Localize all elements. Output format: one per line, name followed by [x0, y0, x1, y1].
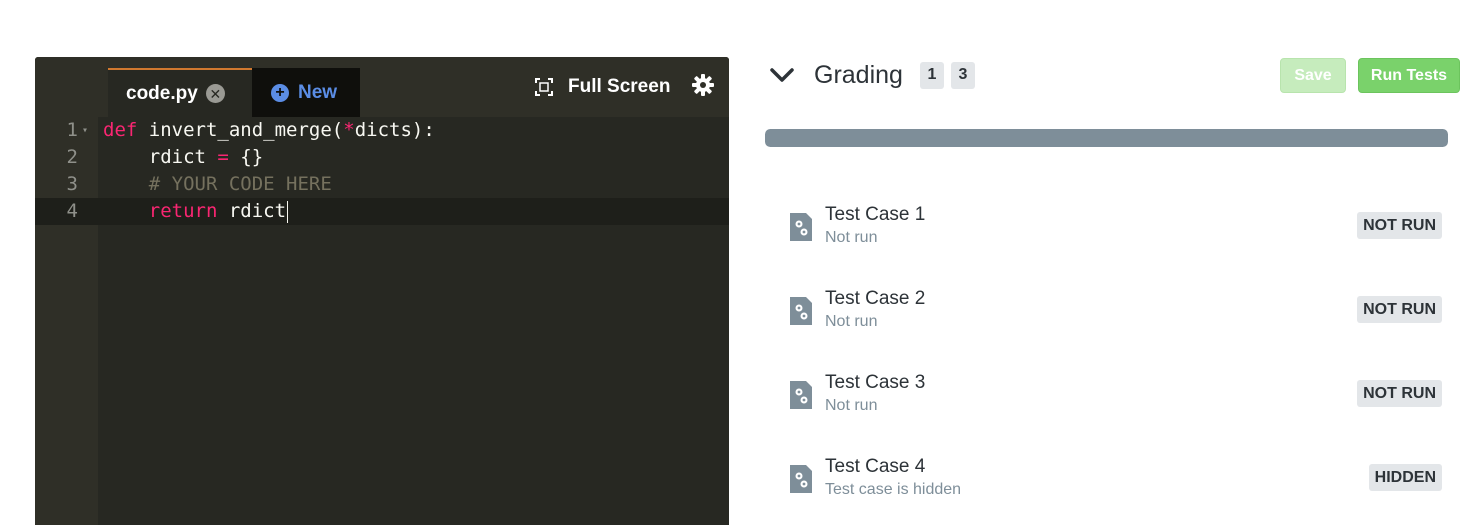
test-gear-file-icon — [790, 465, 812, 493]
save-button[interactable]: Save — [1280, 58, 1346, 93]
line-number: 3 — [66, 173, 78, 195]
full-screen-button[interactable]: Full Screen — [535, 75, 670, 99]
grading-header: Grading 1 3 — [770, 58, 982, 92]
line-number: 2 — [66, 146, 78, 168]
status-badge: NOT RUN — [1357, 380, 1442, 407]
test-gear-file-icon — [790, 381, 812, 409]
counter-badge: 1 — [919, 61, 944, 89]
test-case-subtitle: Not run — [825, 313, 878, 330]
code-text: def invert_and_merge(*dicts): — [103, 119, 435, 141]
line-number: 1 — [66, 119, 78, 141]
test-case-row[interactable]: Test Case 3 Not run NOT RUN — [789, 372, 1442, 428]
test-case-row[interactable]: Test Case 4 Test case is hidden HIDDEN — [789, 456, 1442, 512]
editor-toolbar: code.py ✕ + New Full Screen — [35, 57, 729, 117]
code-editor: code.py ✕ + New Full Screen 1 ▾ def inve… — [35, 57, 729, 525]
code-line[interactable]: 1 ▾ def invert_and_merge(*dicts): — [35, 117, 729, 144]
grading-title: Grading — [814, 60, 903, 89]
run-tests-button[interactable]: Run Tests — [1358, 58, 1460, 93]
progress-fill — [765, 129, 1448, 147]
code-line[interactable]: 3 # YOUR CODE HERE — [35, 171, 729, 198]
full-screen-label: Full Screen — [568, 76, 671, 97]
chevron-down-icon[interactable] — [770, 67, 794, 83]
grading-progress-bar — [765, 129, 1448, 147]
test-case-title: Test Case 4 — [825, 456, 926, 477]
expand-icon — [535, 78, 553, 96]
test-case-title: Test Case 2 — [825, 288, 926, 309]
text-cursor — [287, 200, 289, 223]
test-gear-file-icon — [790, 213, 812, 241]
test-case-row[interactable]: Test Case 1 Not run NOT RUN — [789, 204, 1442, 260]
status-badge: NOT RUN — [1357, 212, 1442, 239]
new-tab-label: New — [298, 81, 338, 103]
test-case-row[interactable]: Test Case 2 Not run NOT RUN — [789, 288, 1442, 344]
test-gear-file-icon — [790, 297, 812, 325]
test-case-subtitle: Not run — [825, 397, 878, 414]
status-badge: NOT RUN — [1357, 296, 1442, 323]
test-case-title: Test Case 1 — [825, 204, 926, 225]
test-case-title: Test Case 3 — [825, 372, 926, 393]
fold-arrow-icon[interactable]: ▾ — [82, 117, 88, 144]
gear-icon[interactable] — [691, 73, 715, 97]
tab-code-py[interactable]: code.py ✕ — [108, 68, 252, 117]
line-number: 4 — [66, 200, 78, 222]
code-comment: # YOUR CODE HERE — [103, 173, 332, 195]
new-tab-button[interactable]: + New — [252, 68, 360, 117]
code-line-active[interactable]: 4 return rdict — [35, 198, 729, 225]
close-icon[interactable]: ✕ — [205, 84, 225, 103]
code-text: rdict = {} — [103, 146, 264, 168]
test-case-subtitle: Test case is hidden — [825, 481, 962, 498]
status-badge: HIDDEN — [1368, 464, 1442, 491]
code-text: return rdict — [148, 200, 289, 223]
code-line[interactable]: 2 rdict = {} — [35, 144, 729, 171]
counter-badge: 3 — [950, 61, 975, 89]
tab-code-py-label: code.py — [126, 82, 198, 104]
test-case-subtitle: Not run — [825, 229, 878, 246]
plus-circle-icon: + — [271, 83, 289, 102]
